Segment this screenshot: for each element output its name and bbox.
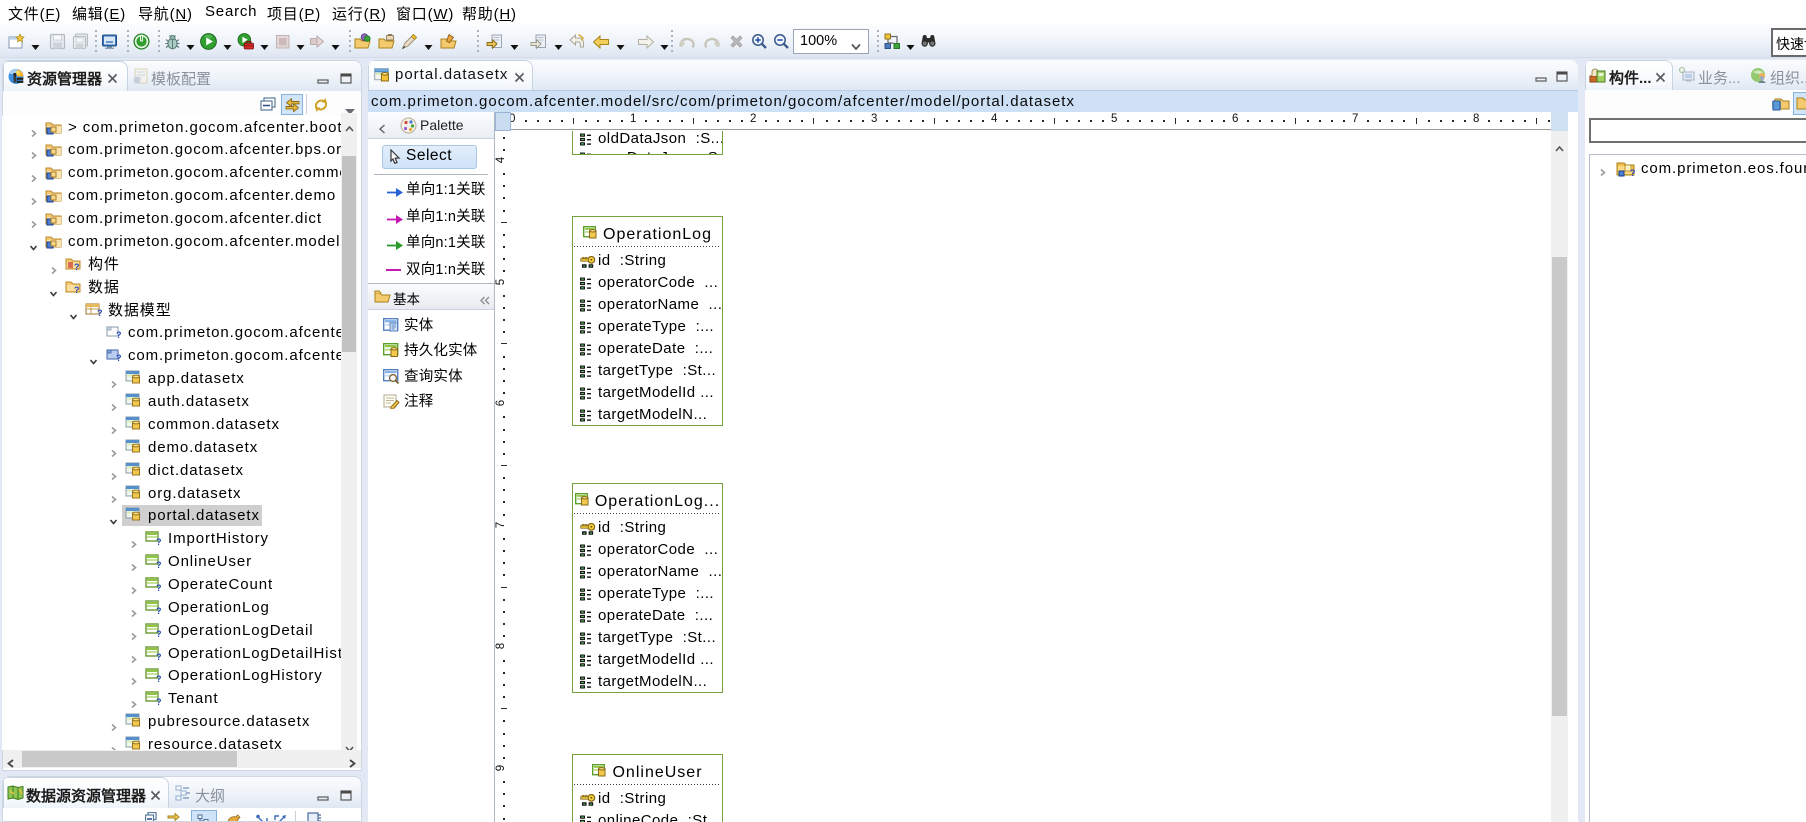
svg-text:?: ? bbox=[1630, 168, 1635, 177]
svg-text:?: ? bbox=[116, 330, 122, 340]
svg-text:?: ? bbox=[156, 583, 162, 592]
svg-text:?: ? bbox=[156, 629, 162, 638]
svg-text:?: ? bbox=[74, 262, 80, 272]
svg-text:?: ? bbox=[74, 285, 80, 295]
svg-text:?: ? bbox=[156, 560, 162, 569]
svg-text:?: ? bbox=[156, 606, 162, 615]
svg-text:?: ? bbox=[116, 353, 122, 363]
svg-text:?: ? bbox=[156, 652, 162, 661]
svg-text:?: ? bbox=[97, 308, 103, 318]
svg-text:?: ? bbox=[156, 674, 162, 683]
svg-text:?: ? bbox=[156, 537, 162, 546]
svg-text:?: ? bbox=[156, 697, 162, 706]
